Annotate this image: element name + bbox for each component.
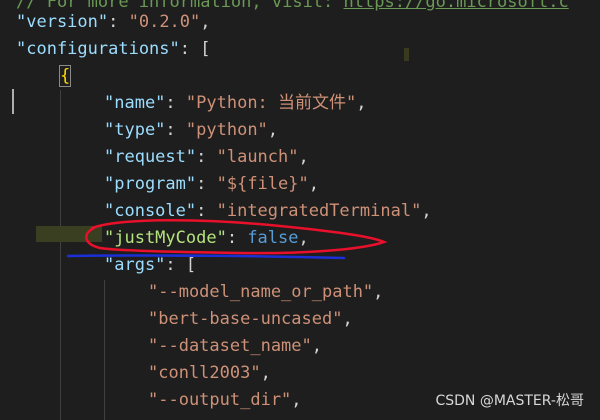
- console-value: "integratedTerminal": [216, 201, 422, 221]
- watermark: CSDN @MASTER-松哥: [435, 393, 584, 409]
- console-key: "console": [104, 201, 197, 221]
- selection-highlight: [36, 226, 102, 242]
- name-value: "Python: 当前文件": [185, 93, 357, 113]
- arg-value: "bert-base-uncased": [148, 309, 343, 329]
- args-key: "args": [104, 255, 166, 275]
- configurations-key: "configurations": [16, 39, 180, 59]
- program-key: "program": [104, 174, 197, 194]
- code-line-configurations: "configurations": [: [16, 39, 211, 59]
- code-line-request: "request": "launch",: [104, 147, 309, 167]
- code-line-version: "version": "0.2.0",: [16, 12, 211, 32]
- version-key: "version": [16, 12, 109, 32]
- code-line-arg: "--model_name_or_path",: [148, 282, 384, 302]
- code-line-type: "type": "python",: [104, 120, 279, 140]
- type-key: "type": [104, 120, 166, 140]
- open-bracket: [: [200, 39, 211, 59]
- justmycode-value: false: [247, 228, 299, 248]
- open-brace: {: [58, 65, 72, 87]
- request-value: "launch": [216, 147, 299, 167]
- args-open-bracket: [: [185, 255, 197, 275]
- name-key: "name": [104, 93, 166, 113]
- text-cursor: [12, 89, 14, 114]
- code-line-console: "console": "integratedTerminal",: [104, 201, 432, 221]
- arg-value: "--output_dir": [148, 390, 292, 410]
- justmycode-key: "justMyCode": [104, 228, 227, 248]
- code-line-arg: "--dataset_name",: [148, 336, 323, 356]
- comment-link[interactable]: https://go.microsoft.c: [344, 0, 569, 12]
- arg-value: "--dataset_name": [148, 336, 312, 356]
- code-line-args: "args": [: [104, 255, 197, 275]
- code-line-arg: "conll2003",: [148, 363, 271, 383]
- type-value: "python": [185, 120, 268, 140]
- indent-guide: [104, 280, 105, 420]
- arg-value: "--model_name_or_path": [148, 282, 374, 302]
- indent-guide: [60, 90, 61, 420]
- code-line-program: "program": "${file}",: [104, 174, 319, 194]
- code-editor[interactable]: // For more information, visit: https://…: [0, 0, 600, 420]
- arg-value: "conll2003": [148, 363, 261, 383]
- code-line-arg: "--output_dir",: [148, 390, 302, 410]
- version-value: "0.2.0": [128, 12, 201, 32]
- request-key: "request": [104, 147, 197, 167]
- scroll-marker: [404, 48, 409, 61]
- code-line-open-brace: {: [58, 63, 72, 90]
- code-line-name: "name": "Python: 当前文件",: [104, 93, 367, 113]
- code-line-arg: "bert-base-uncased",: [148, 309, 353, 329]
- program-value: "${file}": [216, 174, 309, 194]
- code-line-justmycode: "justMyCode": false,: [104, 228, 309, 248]
